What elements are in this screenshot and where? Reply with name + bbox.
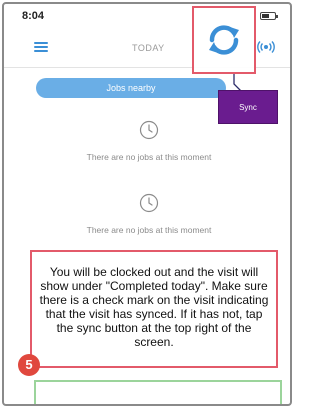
empty-state: There are no jobs at this moment	[4, 120, 290, 162]
sync-icon	[209, 25, 239, 55]
instruction-text: You will be clocked out and the visit wi…	[39, 265, 269, 349]
step-number-badge: 5	[18, 354, 40, 376]
visit-card[interactable]	[34, 380, 282, 404]
battery-icon	[260, 12, 278, 20]
clock-icon	[139, 193, 159, 213]
hamburger-menu-icon[interactable]	[34, 42, 48, 52]
sync-button[interactable]	[192, 6, 256, 74]
page-title: TODAY	[132, 43, 165, 53]
instruction-box: You will be clocked out and the visit wi…	[30, 250, 278, 368]
empty-state-text: There are no jobs at this moment	[86, 225, 212, 235]
jobs-nearby-button[interactable]: Jobs nearby	[36, 78, 226, 98]
broadcast-icon[interactable]	[257, 40, 275, 54]
sync-callout-label: Sync	[218, 90, 278, 124]
empty-state: There are no jobs at this moment	[4, 193, 290, 235]
status-time: 8:04	[22, 10, 45, 22]
empty-state-text: There are no jobs at this moment	[86, 152, 212, 162]
clock-icon	[139, 120, 159, 140]
